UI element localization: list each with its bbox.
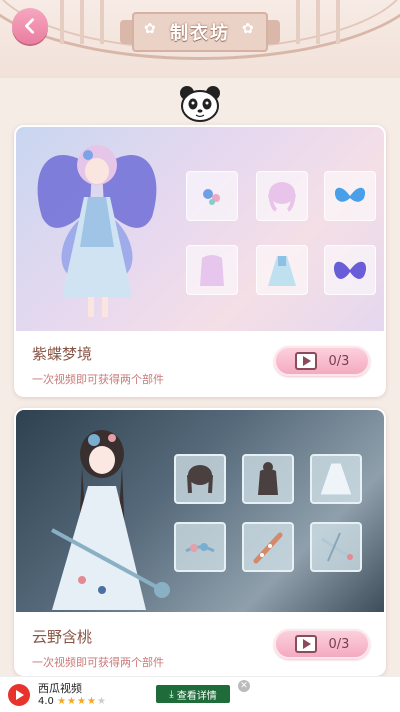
part-hair-ornament[interactable] bbox=[186, 171, 238, 221]
fan-icon bbox=[253, 532, 283, 564]
outfit-preview-banner bbox=[16, 410, 384, 612]
hairstyle-icon bbox=[187, 465, 213, 494]
ad-app-name: 西瓜视频 bbox=[38, 682, 82, 695]
video-progress: 0/3 bbox=[328, 353, 350, 369]
page-title: 制衣坊 bbox=[170, 23, 230, 44]
download-icon: ⤓ bbox=[169, 688, 177, 700]
outfit-card-cloud-peach[interactable]: 云野含桃 一次视频即可获得两个部件 0/3 bbox=[14, 408, 386, 676]
play-video-icon bbox=[294, 635, 317, 653]
hair-ornament-icon bbox=[203, 189, 220, 205]
hairstyle-icon bbox=[268, 182, 296, 212]
fence-post bbox=[316, 0, 320, 44]
character-illustration bbox=[37, 145, 157, 317]
part-butterfly-accessory[interactable] bbox=[324, 171, 376, 221]
panda-icon bbox=[180, 86, 220, 122]
part-umbrella[interactable] bbox=[310, 522, 362, 572]
back-button[interactable] bbox=[12, 8, 48, 44]
fence-post bbox=[336, 0, 340, 44]
rating-stars-icon: ★★★★★ bbox=[57, 696, 107, 707]
flower-icon: ✿ bbox=[242, 21, 254, 37]
dress-icon bbox=[268, 256, 296, 286]
part-dress[interactable] bbox=[256, 245, 308, 295]
outfit-preview-banner bbox=[16, 127, 384, 331]
hair-ornament-icon bbox=[185, 543, 215, 553]
ad-button-label: 查看详情 bbox=[176, 690, 217, 702]
part-hair-front[interactable] bbox=[174, 454, 226, 504]
fence-post bbox=[80, 0, 84, 44]
advertisement-bar[interactable]: 西瓜视频 4.0 ★★★★★ ⤓ 查看详情 ✕ bbox=[0, 676, 400, 712]
part-wings[interactable] bbox=[324, 245, 376, 295]
ad-view-details-button[interactable]: ⤓ 查看详情 bbox=[156, 685, 230, 703]
wings-icon bbox=[333, 261, 367, 279]
part-hair-ornament[interactable] bbox=[174, 522, 226, 572]
close-icon[interactable]: ✕ bbox=[238, 680, 250, 692]
outfit-name: 紫蝶梦境 bbox=[32, 345, 93, 363]
ad-rating: 4.0 ★★★★★ bbox=[38, 696, 107, 707]
flower-icon: ✿ bbox=[144, 21, 156, 37]
watch-video-button[interactable]: 0/3 bbox=[274, 346, 370, 376]
header: 制衣坊 ✿ ✿ bbox=[0, 0, 400, 78]
fence-post bbox=[60, 0, 64, 44]
outfit-subtitle: 一次视频即可获得两个部件 bbox=[32, 656, 164, 669]
fence-post bbox=[100, 0, 104, 44]
app-logo-icon bbox=[8, 684, 30, 706]
long-hair-icon bbox=[200, 255, 224, 286]
butterfly-icon bbox=[334, 187, 366, 202]
outfit-card-purple-butterfly[interactable]: 紫蝶梦境 一次视频即可获得两个部件 0/3 bbox=[14, 125, 386, 397]
part-hair-front[interactable] bbox=[256, 171, 308, 221]
part-dress[interactable] bbox=[310, 454, 362, 504]
fence-post bbox=[296, 0, 300, 44]
part-hair-back[interactable] bbox=[242, 454, 294, 504]
play-video-icon bbox=[294, 352, 317, 370]
ad-rating-value: 4.0 bbox=[38, 696, 54, 707]
part-hair-back[interactable] bbox=[186, 245, 238, 295]
long-hair-icon bbox=[258, 462, 278, 495]
video-progress: 0/3 bbox=[328, 636, 350, 652]
character-illustration bbox=[51, 430, 170, 610]
dress-icon bbox=[319, 462, 353, 496]
outfit-subtitle: 一次视频即可获得两个部件 bbox=[32, 373, 164, 386]
outfit-name: 云野含桃 bbox=[32, 628, 93, 646]
watch-video-button[interactable]: 0/3 bbox=[274, 629, 370, 659]
back-arrow-icon bbox=[25, 18, 35, 34]
umbrella-icon bbox=[321, 532, 353, 562]
part-fan[interactable] bbox=[242, 522, 294, 572]
